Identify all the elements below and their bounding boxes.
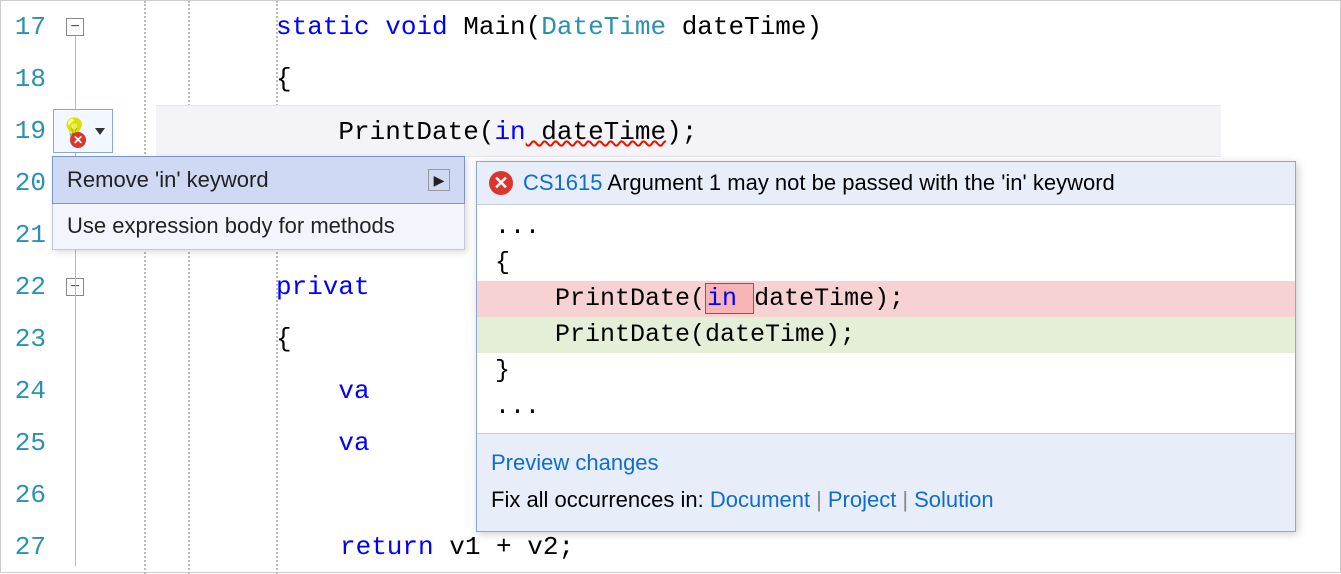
fix-all-label: Fix all occurrences in: [491, 487, 710, 512]
keyword-static: static [276, 12, 370, 42]
keyword-private: privat [276, 272, 370, 302]
code-line[interactable]: { [156, 53, 1221, 105]
line-number: 17 [1, 1, 46, 53]
diff-line: { [477, 245, 1295, 281]
diff-removed-line: PrintDate(in dateTime); [477, 281, 1295, 317]
diff-added-line: PrintDate(dateTime); [477, 317, 1295, 353]
line-number: 27 [1, 521, 46, 573]
error-code: CS1615 [523, 170, 603, 195]
preview-footer: Preview changes Fix all occurrences in: … [477, 433, 1295, 531]
code-text: PrintDate( [495, 284, 705, 313]
diff-line: } [477, 353, 1295, 389]
fix-document-link[interactable]: Document [710, 487, 810, 512]
keyword-var: va [276, 428, 370, 458]
line-number: 19 [1, 105, 46, 157]
line-number: 20 [1, 157, 46, 209]
code-text: { [276, 64, 292, 94]
quick-action-remove-in[interactable]: Remove 'in' keyword ▶ [52, 156, 465, 204]
code-line-active[interactable]: PrintDate(in dateTime); [156, 105, 1221, 157]
keyword-void: void [370, 12, 448, 42]
separator: | [816, 487, 822, 512]
lightbulb-button[interactable]: 💡 ✕ [53, 109, 113, 153]
code-text: ); [666, 117, 697, 147]
type-name: DateTime [541, 12, 666, 42]
code-line[interactable]: static void Main(DateTime dateTime) [156, 1, 1221, 53]
submenu-arrow-icon: ▶ [428, 169, 450, 191]
line-number: 22 [1, 261, 46, 313]
quick-action-expression-body[interactable]: Use expression body for methods [53, 203, 464, 249]
keyword-in: in [494, 117, 525, 147]
error-span: dateTime [526, 117, 666, 147]
line-number: 21 [1, 209, 46, 261]
removed-token: in [705, 283, 754, 314]
line-number: 18 [1, 53, 46, 105]
fix-project-link[interactable]: Project [828, 487, 896, 512]
line-number: 23 [1, 313, 46, 365]
menu-item-label: Use expression body for methods [67, 213, 395, 239]
line-number-gutter: 17 18 19 20 21 22 23 24 25 26 27 [1, 1, 56, 573]
fold-gutter: − − [56, 1, 96, 573]
menu-item-label: Remove 'in' keyword [67, 167, 269, 193]
line-number: 26 [1, 469, 46, 521]
preview-header: ✕ CS1615 Argument 1 may not be passed wi… [477, 162, 1295, 205]
fold-toggle-icon[interactable]: − [66, 18, 84, 36]
separator: | [902, 487, 908, 512]
diff-ellipsis: ... [477, 209, 1295, 245]
error-overlay-icon: ✕ [70, 132, 86, 148]
line-number: 24 [1, 365, 46, 417]
keyword-return: return [340, 532, 434, 562]
diff-ellipsis: ... [477, 389, 1295, 425]
code-text: dateTime) [666, 12, 822, 42]
code-text: Main( [448, 12, 542, 42]
keyword-var: va [276, 376, 370, 406]
fix-solution-link[interactable]: Solution [914, 487, 994, 512]
error-icon: ✕ [489, 171, 513, 195]
chevron-down-icon [95, 128, 105, 135]
quick-actions-menu: Remove 'in' keyword ▶ Use expression bod… [52, 156, 465, 250]
diff-preview: ... { PrintDate(in dateTime); PrintDate(… [477, 205, 1295, 433]
code-text: { [276, 324, 292, 354]
line-number: 25 [1, 417, 46, 469]
error-message: Argument 1 may not be passed with the 'i… [607, 170, 1114, 195]
preview-changes-link[interactable]: Preview changes [491, 450, 659, 475]
code-text: v1 + v2; [434, 532, 574, 562]
fix-preview-flyout: ✕ CS1615 Argument 1 may not be passed wi… [476, 161, 1296, 532]
code-text: dateTime); [754, 284, 904, 313]
code-text: PrintDate( [276, 117, 494, 147]
